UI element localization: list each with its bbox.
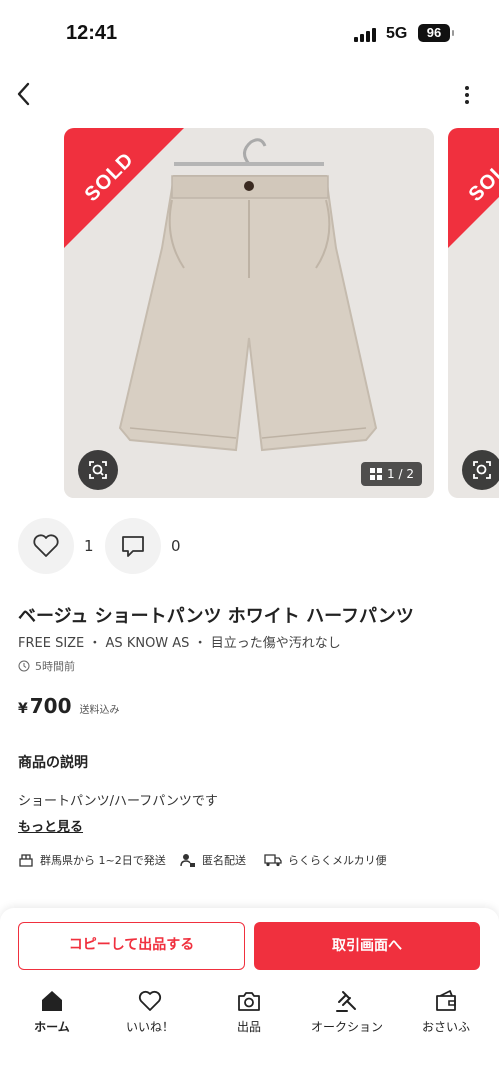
user-lock-icon	[180, 854, 195, 867]
sold-ribbon: SOLD	[64, 128, 184, 248]
gavel-icon	[336, 991, 356, 1012]
back-button[interactable]	[12, 80, 36, 108]
signal-icon	[354, 28, 380, 42]
heart-icon	[138, 990, 162, 1011]
product-title: ベージュ ショートパンツ ホワイト ハーフパンツ	[18, 606, 414, 627]
shipping-method: らくらくメルカリ便	[264, 852, 387, 868]
truck-icon	[264, 854, 282, 867]
see-more-link[interactable]: もっと見る	[18, 816, 83, 835]
tab-sell-label: 出品	[236, 1020, 261, 1034]
tab-home-label: ホーム	[34, 1020, 70, 1034]
description-heading: 商品の説明	[18, 755, 88, 771]
shipping-method-text: らくらくメルカリ便	[288, 854, 387, 867]
tab-auction-label: オークション	[310, 1020, 383, 1034]
status-bar: 12:41 5G 96	[0, 0, 499, 64]
clock: 12:41	[66, 22, 118, 44]
heart-icon	[33, 534, 59, 557]
anonymous-shipping-text: 匿名配送	[202, 854, 246, 867]
image-search-button[interactable]	[78, 450, 118, 490]
shipping-included: 送料込み	[79, 705, 120, 716]
tab-wallet[interactable]: おさいふ	[406, 988, 486, 1035]
camera-icon	[238, 992, 260, 1011]
tab-wallet-label: おさいふ	[421, 1020, 470, 1034]
network-type: 5G	[386, 25, 408, 42]
shipping-origin-text: 群馬県から 1~2日で発送	[40, 854, 166, 867]
copy-listing-button[interactable]: コピーして出品する	[18, 922, 245, 970]
lens-search-icon	[89, 461, 107, 479]
clock-icon	[18, 660, 30, 672]
lens-search-icon	[473, 461, 491, 479]
shipping-origin: 群馬県から 1~2日で発送	[18, 852, 166, 868]
tab-auction[interactable]: オークション	[307, 988, 387, 1035]
comment-icon	[122, 536, 144, 557]
description-body: ショートパンツ/ハーフパンツです	[18, 794, 218, 809]
sold-ribbon-next: SOLD	[448, 128, 499, 248]
tab-home[interactable]: ホーム	[12, 988, 92, 1035]
chevron-left-icon	[17, 82, 30, 106]
comment-button[interactable]	[105, 518, 161, 574]
wallet-icon	[436, 990, 456, 1011]
home-icon	[42, 991, 62, 1011]
tab-likes[interactable]: いいね！	[110, 988, 190, 1035]
comment-count: 0	[171, 537, 181, 555]
like-button[interactable]	[18, 518, 74, 574]
product-photo-next[interactable]: SOLD	[448, 128, 499, 498]
product-photo[interactable]: SOLD 1 / 2	[64, 128, 434, 498]
price-amount: 700	[29, 694, 72, 718]
transaction-button[interactable]: 取引画面へ	[254, 922, 480, 970]
box-icon	[19, 854, 33, 867]
price-currency: ¥	[18, 701, 28, 717]
price: ¥ 700 送料込み	[18, 694, 120, 718]
battery-icon: 96	[418, 24, 454, 42]
anonymous-shipping: 匿名配送	[180, 852, 246, 868]
more-vertical-icon	[465, 86, 469, 104]
image-search-button-next[interactable]	[462, 450, 499, 490]
more-options-button[interactable]	[456, 82, 478, 108]
like-count: 1	[84, 537, 94, 555]
posted-time-text: 5時間前	[35, 660, 75, 673]
image-counter-text: 1 / 2	[387, 467, 414, 481]
posted-time: 5時間前	[18, 658, 75, 674]
tab-sell[interactable]: 出品	[209, 988, 289, 1035]
grid-icon	[370, 468, 383, 480]
tab-likes-label: いいね！	[125, 1020, 174, 1034]
product-attributes: FREE SIZE ・ AS KNOW AS ・ 目立った傷や汚れなし	[18, 636, 341, 651]
image-counter[interactable]: 1 / 2	[361, 462, 422, 486]
